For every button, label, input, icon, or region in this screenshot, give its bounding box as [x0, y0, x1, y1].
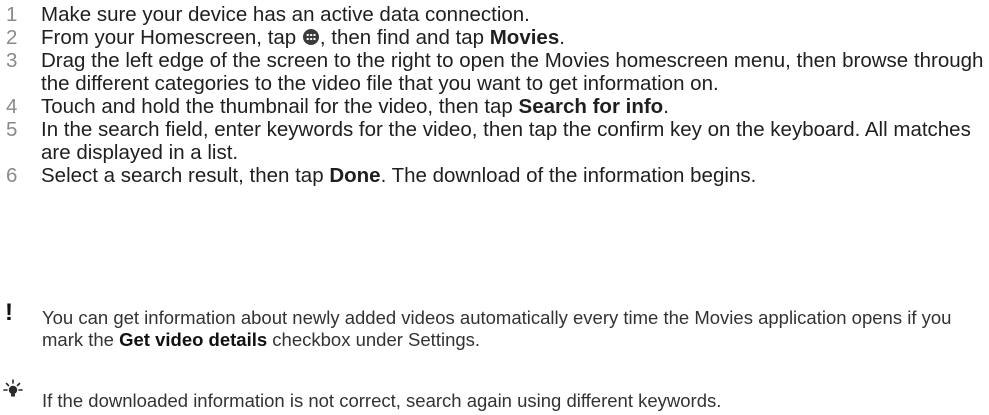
step-text: Touch and hold the thumbnail for the vid…: [41, 95, 985, 118]
exclamation-icon: !: [5, 299, 13, 326]
step-2: 2 From your Homescreen, tap , then find …: [0, 26, 985, 49]
step-text: Make sure your device has an active data…: [41, 3, 985, 26]
step-text-part: Select a search result, then tap: [41, 164, 330, 187]
step-text-part: . The download of the information begins…: [380, 164, 757, 187]
setting-get-video-details: Get video details: [119, 329, 268, 350]
apps-icon: [302, 29, 319, 45]
lightbulb-icon: [0, 379, 42, 414]
step-text-part: From your Homescreen, tap: [41, 26, 302, 49]
step-list: 1 Make sure your device has an active da…: [0, 3, 985, 187]
tip-note-text: If the downloaded information is not cor…: [42, 390, 722, 411]
important-note: ! You can get information about newly ad…: [0, 299, 985, 351]
step-number: 1: [6, 3, 18, 26]
note-text-part: checkbox under Settings.: [267, 329, 481, 350]
step-text-part: , then find and tap: [319, 26, 490, 49]
app-name-movies: Movies: [489, 26, 560, 49]
step-text-part: .: [559, 26, 565, 49]
step-text-part: Make sure your device has an active data…: [41, 3, 530, 26]
important-note-text: You can get information about newly adde…: [42, 307, 985, 351]
option-search-for-info: Search for info: [518, 95, 664, 118]
step-text-part: Touch and hold the thumbnail for the vid…: [41, 95, 519, 118]
step-number: 5: [6, 118, 18, 141]
step-text: Drag the left edge of the screen to the …: [41, 49, 985, 95]
step-number: 6: [6, 164, 18, 187]
step-text: From your Homescreen, tap , then find an…: [41, 26, 985, 49]
tip-note: If the downloaded information is not cor…: [0, 379, 985, 414]
step-1: 1 Make sure your device has an active da…: [0, 3, 985, 26]
step-3: 3 Drag the left edge of the screen to th…: [0, 49, 985, 95]
step-text: Select a search result, then tap Done. T…: [41, 164, 985, 187]
step-text-part: In the search field, enter keywords for …: [41, 118, 971, 164]
step-5: 5 In the search field, enter keywords fo…: [0, 118, 985, 164]
step-6: 6 Select a search result, then tap Done.…: [0, 164, 985, 187]
step-number: 3: [6, 49, 18, 72]
step-text-part: Drag the left edge of the screen to the …: [41, 49, 984, 95]
step-4: 4 Touch and hold the thumbnail for the v…: [0, 95, 985, 118]
step-text: In the search field, enter keywords for …: [41, 118, 985, 164]
step-number: 2: [6, 26, 18, 49]
step-text-part: .: [663, 95, 669, 118]
button-done: Done: [329, 164, 381, 187]
step-number: 4: [6, 95, 18, 118]
